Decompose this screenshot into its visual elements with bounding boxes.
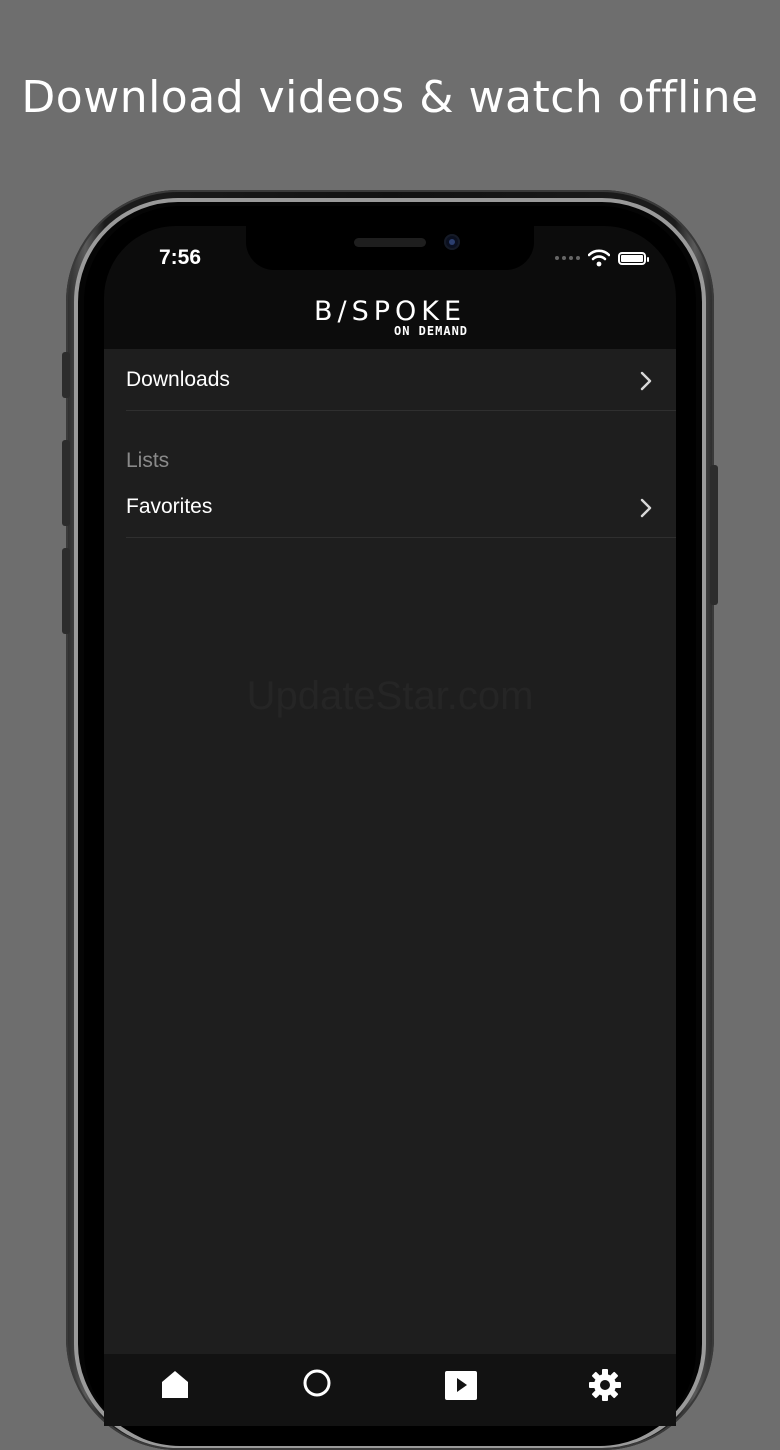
downloads-row[interactable]: Downloads xyxy=(126,349,676,411)
phone-screen: 7:56 B/SPOKE ON DEMAND Downloads Lists F… xyxy=(104,226,676,1426)
logo-sub: ON DEMAND xyxy=(394,324,469,338)
status-icons xyxy=(555,248,649,268)
camera xyxy=(444,234,460,250)
tab-bar xyxy=(104,1354,676,1426)
volume-down-button xyxy=(62,548,70,634)
notch xyxy=(246,226,534,270)
volume-up-button xyxy=(62,440,70,526)
gear-icon[interactable] xyxy=(588,1368,622,1402)
watermark: UpdateStar.com xyxy=(246,674,534,718)
play-icon[interactable] xyxy=(444,1368,478,1400)
wifi-icon xyxy=(588,249,610,267)
content-area: Downloads Lists Favorites UpdateStar.com xyxy=(104,349,676,1354)
battery-icon xyxy=(618,251,649,265)
logo-main: B/SPOKE xyxy=(313,296,467,327)
section-label-lists: Lists xyxy=(126,449,170,472)
chevron-right-icon xyxy=(640,371,652,391)
search-icon[interactable] xyxy=(302,1368,334,1400)
mute-switch xyxy=(62,352,70,398)
home-icon[interactable] xyxy=(159,1368,191,1398)
favorites-row[interactable]: Favorites xyxy=(126,476,676,538)
favorites-label: Favorites xyxy=(126,494,213,518)
status-time: 7:56 xyxy=(159,246,202,269)
signal-icon xyxy=(555,256,580,260)
downloads-label: Downloads xyxy=(126,367,230,391)
speaker xyxy=(354,238,426,247)
power-button xyxy=(710,465,718,605)
app-logo: B/SPOKE ON DEMAND xyxy=(104,296,676,338)
chevron-right-icon xyxy=(640,498,652,518)
headline: Download videos & watch offline xyxy=(21,72,759,123)
